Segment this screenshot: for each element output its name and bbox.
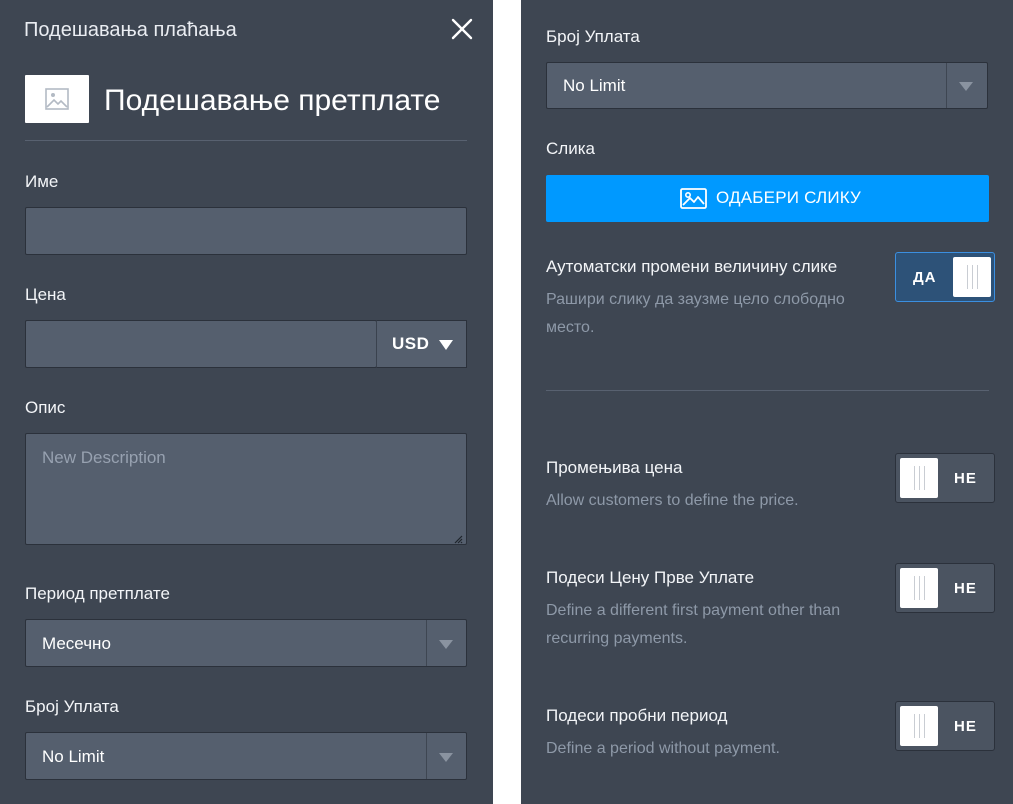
- toggle-knob: [953, 257, 991, 297]
- divider: [546, 390, 989, 391]
- auto-resize-toggle[interactable]: ДА: [895, 252, 995, 302]
- toggle-knob: [900, 706, 938, 746]
- payments-label: Број Уплата: [546, 27, 640, 46]
- period-value: Месечно: [42, 634, 111, 653]
- auto-resize-desc-line2: место.: [546, 319, 595, 336]
- payments-select[interactable]: No Limit: [25, 732, 467, 780]
- first-payment-desc-line2: recurring payments.: [546, 630, 688, 647]
- image-label: Слика: [546, 139, 595, 158]
- auto-resize-desc-line1: Рашири слику да заузме цело слободно: [546, 291, 845, 308]
- caret-down-icon: [438, 338, 454, 356]
- toggle-state-label: НЕ: [954, 580, 977, 597]
- close-button[interactable]: [450, 17, 474, 41]
- payment-settings-panel: Подешавања плаћања Подешавање претплате …: [0, 0, 493, 804]
- choose-image-button-label: ОДАБЕРИ СЛИКУ: [716, 188, 862, 207]
- trial-period-toggle[interactable]: НЕ: [895, 701, 995, 751]
- select-separator: [426, 620, 427, 666]
- caret-down-icon: [959, 82, 973, 91]
- divider: [25, 140, 467, 141]
- toggle-state-label: ДА: [913, 269, 937, 286]
- payments-value: No Limit: [42, 747, 105, 766]
- currency-value: USD: [392, 334, 430, 353]
- image-icon: [45, 88, 69, 110]
- description-textarea[interactable]: New Description: [25, 433, 467, 545]
- close-icon: [451, 18, 473, 40]
- description-placeholder: New Description: [42, 448, 166, 467]
- payments-value: No Limit: [563, 76, 626, 95]
- variable-price-desc: Allow customers to define the price.: [546, 492, 799, 509]
- variable-price-title: Промењива цена: [546, 458, 683, 477]
- name-label: Име: [25, 172, 59, 191]
- toggle-state-label: НЕ: [954, 470, 977, 487]
- resize-handle-icon[interactable]: [453, 531, 463, 549]
- toggle-knob: [900, 458, 938, 498]
- toggle-knob: [900, 568, 938, 608]
- payment-settings-panel-scrolled: [521, 0, 1013, 804]
- name-input[interactable]: [25, 207, 467, 255]
- section-title: Подешавање претплате: [104, 84, 441, 117]
- image-icon: [680, 188, 707, 214]
- first-payment-title: Подеси Цену Прве Уплате: [546, 568, 755, 587]
- trial-period-title: Подеси пробни период: [546, 706, 728, 725]
- description-label: Опис: [25, 398, 66, 417]
- toggle-state-label: НЕ: [954, 718, 977, 735]
- period-select[interactable]: Месечно: [25, 619, 467, 667]
- payments-select[interactable]: No Limit: [546, 62, 988, 109]
- first-payment-toggle[interactable]: НЕ: [895, 563, 995, 613]
- subscription-image-thumbnail[interactable]: [25, 75, 89, 123]
- payments-label: Број Уплата: [25, 697, 119, 716]
- price-label: Цена: [25, 285, 66, 304]
- caret-down-icon: [439, 753, 453, 762]
- variable-price-toggle[interactable]: НЕ: [895, 453, 995, 503]
- period-label: Период претплате: [25, 584, 170, 603]
- trial-period-desc: Define a period without payment.: [546, 740, 780, 757]
- auto-resize-title: Аутоматски промени величину слике: [546, 257, 838, 276]
- caret-down-icon: [439, 640, 453, 649]
- price-input[interactable]: [25, 320, 377, 368]
- panel-header-title: Подешавања плаћања: [24, 19, 237, 41]
- first-payment-desc-line1: Define a different first payment other t…: [546, 602, 841, 619]
- select-separator: [426, 733, 427, 779]
- select-separator: [946, 63, 947, 108]
